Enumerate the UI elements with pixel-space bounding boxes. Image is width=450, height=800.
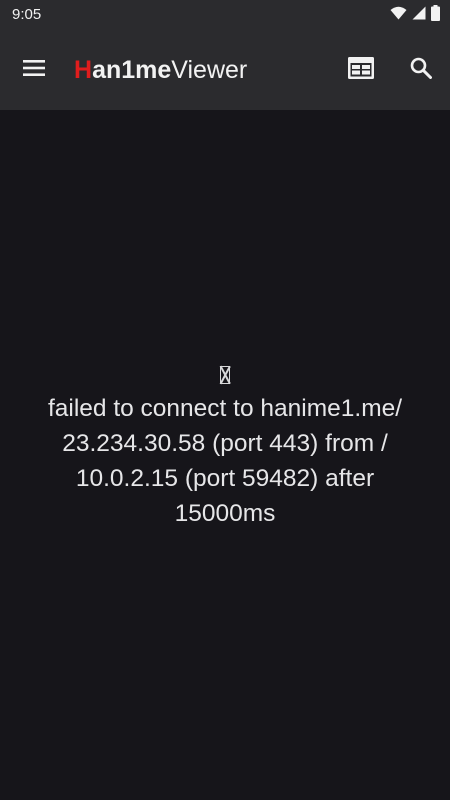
- app-toolbar: Han1meViewer: [0, 30, 450, 110]
- app-screen: 9:05 Han1meViewer failed to connect to h…: [0, 0, 450, 800]
- wifi-icon: [390, 6, 407, 25]
- status-time: 9:05: [12, 6, 42, 23]
- battery-icon: [431, 4, 440, 26]
- status-bar: 9:05: [0, 0, 450, 30]
- app-title: Han1meViewer: [74, 55, 247, 85]
- search-icon: [410, 57, 432, 84]
- calendar-button[interactable]: [341, 50, 381, 90]
- menu-icon: [23, 59, 45, 81]
- cellular-signal-icon: [412, 6, 426, 25]
- missing-glyph-icon: [0, 366, 450, 391]
- search-button[interactable]: [401, 50, 441, 90]
- app-title-accent: H: [74, 56, 93, 84]
- app-title-rest: Viewer: [171, 56, 248, 84]
- error-message: failed to connect to hanime1.me/ 23.234.…: [47, 395, 403, 527]
- error-container: failed to connect to hanime1.me/ 23.234.…: [0, 366, 450, 531]
- app-title-bold: an1me: [92, 56, 172, 84]
- calendar-icon: [348, 56, 374, 84]
- menu-button[interactable]: [14, 50, 54, 90]
- status-icons: [390, 4, 440, 26]
